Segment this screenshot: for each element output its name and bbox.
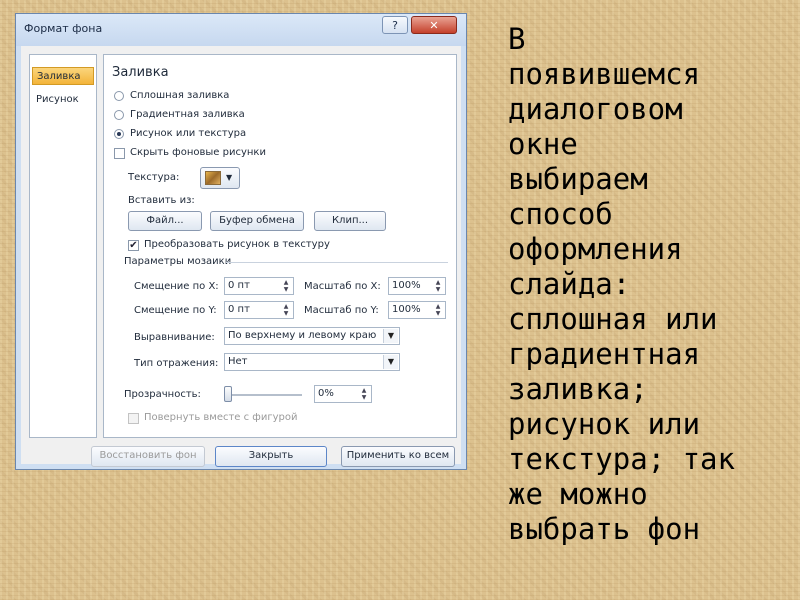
spin-arrows-icon[interactable]: ▲ ▼: [280, 279, 292, 293]
help-icon[interactable]: ?: [382, 16, 408, 34]
narrative-line: градиентная: [508, 337, 701, 371]
transparency-value: 0%: [318, 388, 334, 399]
narrative-line: оформления: [508, 232, 683, 266]
dropdown-arrow-icon[interactable]: ▼: [383, 355, 398, 369]
sidebar-item-fill[interactable]: Заливка: [32, 67, 94, 85]
narrative-line: диалоговом: [508, 92, 683, 126]
section-title: Заливка: [112, 65, 169, 80]
texture-picker[interactable]: ▼: [200, 167, 240, 189]
offset-y-value: 0 пт: [228, 304, 250, 315]
narrative-line: же можно: [508, 477, 648, 511]
picture-texture-label[interactable]: Рисунок или текстура: [130, 128, 246, 139]
dialog-body: Заливка Рисунок Заливка Сплошная заливка…: [21, 46, 461, 467]
solid-fill-label[interactable]: Сплошная заливка: [130, 90, 229, 101]
alignment-select[interactable]: По верхнему и левому краю ▼: [224, 327, 400, 345]
dialog-title: Формат фона: [24, 22, 103, 35]
offset-y-stepper[interactable]: 0 пт ▲ ▼: [224, 301, 294, 319]
scale-y-stepper[interactable]: 100% ▲ ▼: [388, 301, 446, 319]
tiling-separator: [226, 262, 448, 263]
scale-y-value: 100%: [392, 304, 421, 315]
tiling-options-title: Параметры мозаики: [124, 256, 232, 267]
convert-texture-checkbox[interactable]: ✔: [128, 240, 139, 251]
alignment-value: По верхнему и левому краю: [228, 330, 377, 341]
hide-background-checkbox[interactable]: [114, 148, 125, 159]
narrative-line: В: [508, 22, 526, 56]
clip-art-button[interactable]: Клип...: [314, 211, 386, 231]
gradient-fill-radio[interactable]: [114, 110, 124, 120]
transparency-label: Прозрачность:: [124, 389, 201, 400]
narrative-line: рисунок или: [508, 407, 701, 441]
dialog-titlebar: Формат фона ? ✕: [16, 14, 466, 46]
dropdown-arrow-icon[interactable]: ▼: [383, 329, 398, 343]
format-background-dialog: Формат фона ? ✕ Заливка Рисунок Заливка …: [15, 13, 467, 470]
dropdown-arrow-icon: ▼: [226, 173, 233, 182]
gradient-fill-label[interactable]: Градиентная заливка: [130, 109, 245, 120]
spin-arrows-icon[interactable]: ▲ ▼: [358, 387, 370, 401]
offset-x-label: Смещение по X:: [134, 281, 219, 292]
transparency-stepper[interactable]: 0% ▲ ▼: [314, 385, 372, 403]
offset-y-label: Смещение по Y:: [134, 305, 217, 316]
mirror-type-label: Тип отражения:: [134, 358, 219, 369]
alignment-label: Выравнивание:: [134, 332, 215, 343]
rotate-with-shape-label: Повернуть вместе с фигурой: [144, 412, 298, 423]
fill-panel: Заливка Сплошная заливка Градиентная зал…: [103, 54, 457, 438]
transparency-slider-thumb[interactable]: [224, 386, 232, 402]
narrative-line: слайда:: [508, 267, 631, 301]
convert-texture-label[interactable]: Преобразовать рисунок в текстуру: [144, 239, 330, 250]
texture-label: Текстура:: [128, 172, 180, 183]
narrative-line: способ: [508, 197, 613, 231]
narrative-line: появившемся: [508, 57, 701, 91]
scale-x-stepper[interactable]: 100% ▲ ▼: [388, 277, 446, 295]
slide-narrative-text: Впоявившемся диалоговом окне выбираем способ…: [508, 22, 788, 547]
narrative-line: сплошная или: [508, 302, 718, 336]
spin-arrows-icon[interactable]: ▲ ▼: [432, 279, 444, 293]
clipboard-button[interactable]: Буфер обмена: [210, 211, 304, 231]
transparency-slider-track[interactable]: [228, 394, 302, 396]
mirror-type-select[interactable]: Нет ▼: [224, 353, 400, 371]
solid-fill-radio[interactable]: [114, 91, 124, 101]
spin-arrows-icon[interactable]: ▲ ▼: [432, 303, 444, 317]
narrative-line: выбираем: [508, 162, 648, 196]
sidebar-item-picture[interactable]: Рисунок: [32, 91, 94, 109]
rotate-with-shape-checkbox[interactable]: [128, 413, 139, 424]
scale-y-label: Масштаб по Y:: [304, 305, 379, 316]
narrative-line: заливка;: [508, 372, 648, 406]
scale-x-label: Масштаб по X:: [304, 281, 381, 292]
scale-x-value: 100%: [392, 280, 421, 291]
narrative-line: выбрать фон: [508, 512, 701, 546]
offset-x-value: 0 пт: [228, 280, 250, 291]
hide-background-label[interactable]: Скрыть фоновые рисунки: [130, 147, 266, 158]
mirror-type-value: Нет: [228, 356, 248, 367]
spin-arrows-icon[interactable]: ▲ ▼: [280, 303, 292, 317]
narrative-line: окне: [508, 127, 578, 161]
close-button[interactable]: Закрыть: [215, 446, 327, 467]
insert-from-label: Вставить из:: [128, 195, 195, 206]
close-icon[interactable]: ✕: [411, 16, 457, 34]
reset-background-button[interactable]: Восстановить фон: [91, 446, 205, 467]
texture-thumbnail-icon: [205, 171, 221, 185]
file-button[interactable]: Файл...: [128, 211, 202, 231]
offset-x-stepper[interactable]: 0 пт ▲ ▼: [224, 277, 294, 295]
apply-to-all-button[interactable]: Применить ко всем: [341, 446, 455, 467]
picture-texture-radio[interactable]: [114, 129, 124, 139]
narrative-line: текстура; так: [508, 442, 735, 476]
category-sidebar: Заливка Рисунок: [29, 54, 97, 438]
